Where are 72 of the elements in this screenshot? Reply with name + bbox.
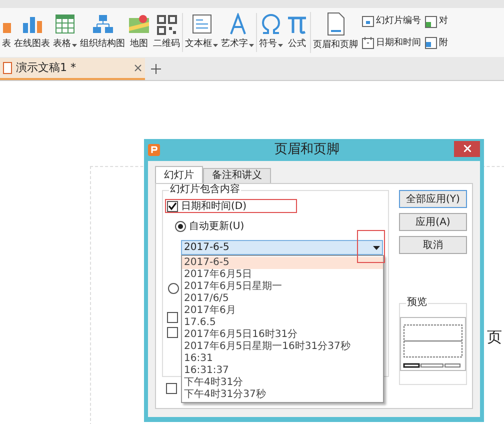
dropdown-option[interactable]: 2017年6月5日16时31分 [182, 329, 383, 341]
preview-title: 预览 [406, 297, 428, 309]
radio-button[interactable] [175, 221, 186, 232]
close-icon [464, 145, 470, 152]
dialog-tab[interactable]: 幻灯片 [155, 166, 203, 183]
close-button[interactable] [454, 140, 480, 156]
presentation-file-icon [3, 62, 12, 74]
dropdown-option[interactable]: 2017/6/5 [182, 293, 383, 305]
dropdown-option[interactable]: 下午4时31分37秒 [182, 389, 383, 401]
text-box-icon [190, 13, 212, 36]
annotation-box [357, 230, 385, 263]
dropdown-option[interactable]: 2017年6月5日星期一16时31分37秒 [182, 341, 383, 353]
toolbar-button[interactable]: 表 [2, 13, 11, 52]
radio-button[interactable] [168, 283, 179, 294]
attachment-icon [425, 37, 437, 50]
checkbox[interactable] [167, 312, 178, 323]
caret-icon [213, 44, 218, 46]
toolbar-button[interactable]: 页眉和页脚 [313, 12, 358, 53]
checkbox-label: 日期和时间(D) [181, 200, 247, 214]
dialog-tab[interactable]: 备注和讲义 [203, 168, 271, 183]
checkbox[interactable] [167, 200, 178, 212]
toolbar-button[interactable]: 二维码 [153, 15, 180, 52]
omega-icon [260, 13, 282, 36]
dropdown-arrow-icon [373, 246, 380, 250]
toolbar-button[interactable]: 组织结构图 [80, 13, 125, 52]
add-tab-icon[interactable] [151, 64, 161, 74]
caret-icon [249, 44, 254, 46]
letter-a-icon [228, 13, 248, 36]
dropdown-option[interactable]: 2017-6-5 [182, 257, 383, 269]
date-format-combobox[interactable]: 2017-6-5 [181, 240, 383, 255]
calendar-icon [362, 37, 374, 50]
toolbar-button[interactable]: 在线图表 [14, 13, 50, 52]
dropdown-option[interactable]: 16:31:37 [182, 365, 383, 377]
slide-text: 页 [487, 329, 502, 345]
toolbar-button[interactable]: 文本框 [185, 13, 218, 52]
dialog-title: 页眉和页脚 [274, 141, 340, 160]
toolbar-button[interactable]: 附 [425, 36, 448, 50]
close-icon[interactable] [134, 64, 142, 72]
toolbar-button[interactable]: 艺术字 [221, 13, 254, 52]
dialog-button[interactable]: 取消 [399, 236, 467, 254]
radio-label: 自动更新(U) [189, 220, 244, 234]
toolbar-button[interactable]: 表格 [53, 13, 77, 52]
document-tab[interactable]: 演示文稿1 * [0, 58, 145, 80]
toolbar-button[interactable]: 幻灯片编号 [362, 15, 421, 28]
toolbar-button[interactable]: 日期和时间 [362, 36, 421, 50]
dialog-button[interactable]: 全部应用(Y) [399, 190, 467, 208]
checkbox[interactable] [167, 327, 178, 338]
dropdown-option[interactable]: 下午4时31分 [182, 377, 383, 389]
slide-preview-drawing [400, 317, 466, 371]
dropdown-option[interactable]: 17.6.5 [182, 317, 383, 329]
toolbar-button[interactable]: 公式 [286, 13, 308, 52]
slide-number-icon [362, 16, 374, 28]
map-icon [128, 13, 150, 36]
dropdown-option[interactable]: 2017年6月 [182, 305, 383, 317]
align-icon [425, 16, 437, 28]
caret-icon [72, 44, 77, 46]
checkbox[interactable] [166, 383, 177, 394]
group-title: 幻灯片包含内容 [169, 184, 241, 196]
app-logo-icon [148, 144, 160, 156]
dropdown-option[interactable]: 16:31 [182, 353, 383, 365]
toolbar-button[interactable]: 符号 [259, 13, 283, 52]
toolbar-button[interactable]: 对 [425, 15, 448, 28]
qr-code-icon [156, 15, 176, 36]
toolbar-button[interactable]: 地图 [128, 13, 150, 52]
dropdown-option[interactable]: 2017年6月5日星期一 [182, 281, 383, 293]
caret-icon [278, 44, 283, 46]
org-chart-icon [92, 13, 114, 36]
dialog-button[interactable]: 应用(A) [399, 213, 467, 231]
document-icon [326, 12, 346, 36]
chart-icon [2, 23, 10, 34]
table-icon [54, 13, 76, 36]
dropdown-option[interactable]: 2017年6月5日 [182, 269, 383, 281]
